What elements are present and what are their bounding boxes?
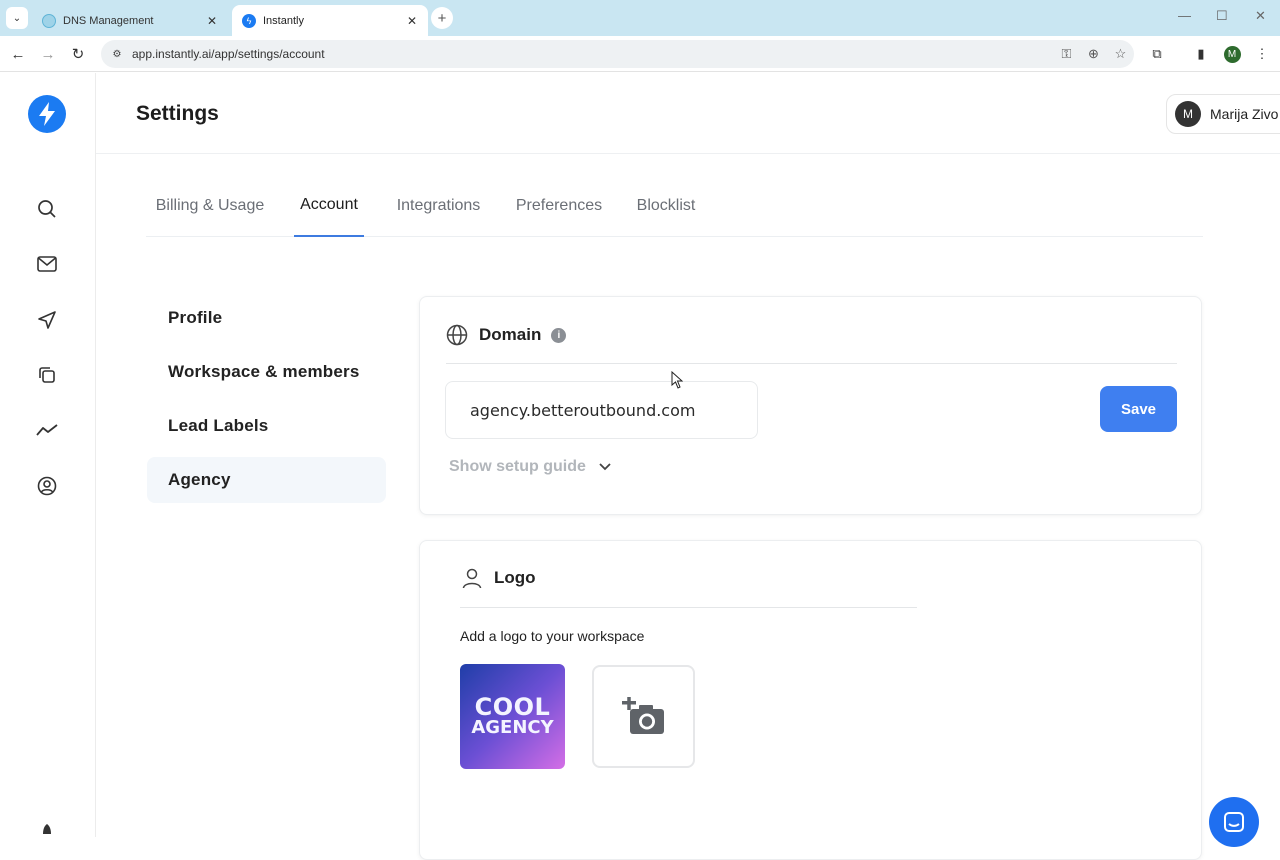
tab-search-chevron-icon[interactable]: ⌄ <box>6 7 28 29</box>
browser-tab-title: Instantly <box>263 14 304 27</box>
instantly-logo[interactable] <box>28 95 66 133</box>
domain-card: Domain i Save Show setup guide <box>419 296 1202 515</box>
profile-initial: M <box>1223 45 1241 63</box>
close-tab-icon[interactable]: ✕ <box>404 14 420 28</box>
user-name: Marija Zivo <box>1210 106 1279 122</box>
tab-billing-usage[interactable]: Billing & Usage <box>146 175 274 237</box>
address-bar[interactable]: ⚙ app.instantly.ai/app/settings/account … <box>101 40 1134 68</box>
logo-description: Add a logo to your workspace <box>460 628 645 644</box>
domain-card-divider <box>446 363 1177 364</box>
page-title: Settings <box>136 102 219 125</box>
chat-support-button[interactable] <box>1209 797 1259 847</box>
domain-card-title: Domain <box>479 325 542 344</box>
extensions-icon[interactable]: ⧉ <box>1147 44 1167 64</box>
dns-favicon-icon <box>42 13 56 28</box>
profile-avatar[interactable]: M <box>1222 44 1242 64</box>
user-menu[interactable]: M Marija Zivo <box>1166 94 1280 134</box>
maximize-icon[interactable]: ☐ <box>1216 8 1228 24</box>
account-circle-icon[interactable] <box>34 473 60 499</box>
app-sidebar <box>0 73 96 837</box>
minimize-icon[interactable]: — <box>1178 8 1191 23</box>
subnav-lead-labels[interactable]: Lead Labels <box>147 403 386 449</box>
instantly-favicon-icon: ϟ <box>242 13 256 28</box>
zoom-icon[interactable]: ⊕ <box>1080 46 1107 62</box>
show-setup-guide-toggle[interactable]: Show setup guide <box>449 458 612 476</box>
avatar: M <box>1175 101 1201 127</box>
copy-icon[interactable] <box>34 362 60 388</box>
reload-icon[interactable]: ↻ <box>68 44 88 64</box>
domain-card-header: Domain i <box>446 324 567 346</box>
person-icon <box>462 568 482 589</box>
workspace-logo-image[interactable]: COOL AGENCY <box>460 664 565 769</box>
logo-card-header: Logo <box>462 567 536 589</box>
logo-card: Logo Add a logo to your workspace COOL A… <box>419 540 1202 860</box>
logo-text-line2: AGENCY <box>471 716 554 738</box>
analytics-icon[interactable] <box>34 417 60 443</box>
rocket-icon[interactable] <box>34 817 60 843</box>
domain-input[interactable] <box>445 381 758 439</box>
info-icon[interactable]: i <box>551 327 567 343</box>
bookmark-star-icon[interactable]: ☆ <box>1107 46 1134 62</box>
tab-integrations[interactable]: Integrations <box>392 175 485 237</box>
browser-tab-dns[interactable]: DNS Management ✕ <box>32 5 228 36</box>
send-icon[interactable] <box>34 307 60 333</box>
password-key-icon[interactable]: ⚿ <box>1053 46 1080 62</box>
browser-toolbar: ← → ↻ ⚙ app.instantly.ai/app/settings/ac… <box>0 36 1280 72</box>
chevron-down-icon <box>599 463 611 471</box>
upload-logo-button[interactable] <box>592 665 695 768</box>
back-icon[interactable]: ← <box>8 44 28 64</box>
site-info-icon[interactable]: ⚙ <box>110 47 124 61</box>
new-tab-button[interactable]: + <box>431 7 453 29</box>
browser-tab-strip: ⌄ DNS Management ✕ ϟ Instantly ✕ + — ☐ ✕ <box>0 0 1280 36</box>
close-window-icon[interactable]: ✕ <box>1255 8 1266 24</box>
search-icon[interactable] <box>34 196 60 222</box>
sidepanel-icon[interactable]: ▮ <box>1191 44 1211 64</box>
subnav-profile[interactable]: Profile <box>147 295 386 341</box>
logo-text-line1: COOL <box>474 692 551 721</box>
logo-card-divider <box>460 607 917 608</box>
subnav-agency[interactable]: Agency <box>147 457 386 503</box>
url-text[interactable]: app.instantly.ai/app/settings/account <box>132 47 1053 61</box>
browser-tab-title: DNS Management <box>63 14 154 27</box>
settings-tabs: Billing & Usage Account Integrations Pre… <box>146 175 1203 237</box>
save-button[interactable]: Save <box>1100 386 1177 432</box>
browser-tab-instantly[interactable]: ϟ Instantly ✕ <box>232 5 428 36</box>
logo-card-title: Logo <box>494 568 536 587</box>
tab-account[interactable]: Account <box>294 175 364 237</box>
setup-guide-label: Show setup guide <box>449 458 586 475</box>
forward-icon[interactable]: → <box>38 44 58 64</box>
chat-icon <box>1224 812 1244 832</box>
mail-icon[interactable] <box>34 251 60 277</box>
browser-menu-icon[interactable]: ⋮ <box>1252 44 1272 64</box>
close-tab-icon[interactable]: ✕ <box>204 14 220 28</box>
tab-preferences[interactable]: Preferences <box>513 175 605 237</box>
globe-icon <box>446 324 468 346</box>
add-photo-icon <box>621 696 664 734</box>
page-header: Settings M Marija Zivo <box>96 73 1280 154</box>
subnav-workspace-members[interactable]: Workspace & members <box>147 349 386 395</box>
mouse-cursor-icon <box>671 371 683 389</box>
tab-blocklist[interactable]: Blocklist <box>633 175 699 237</box>
